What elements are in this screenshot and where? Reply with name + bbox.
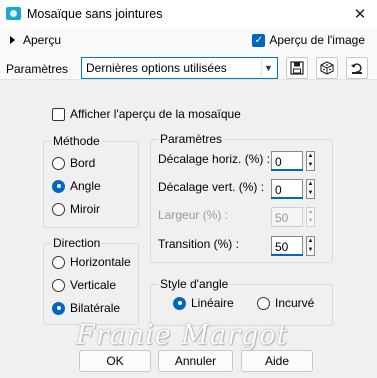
transition-value: 50 xyxy=(275,240,289,254)
direction-option-label: Horizontale xyxy=(70,255,131,269)
preview-toggle-label: Aperçu xyxy=(23,33,62,47)
direction-option-bilaterale[interactable]: Bilatérale xyxy=(52,301,120,315)
randomize-button[interactable] xyxy=(316,57,338,79)
parameters-group-title: Paramètres xyxy=(158,132,225,146)
method-option-bord[interactable]: Bord xyxy=(52,156,95,170)
checkbox-box xyxy=(52,107,65,121)
header-strip: Aperçu ✓ Aperçu de l'image Paramètres De… xyxy=(0,28,377,80)
width-label: Largeur (%) : xyxy=(158,208,229,222)
transition-stepper[interactable]: ▲ ▼ xyxy=(306,236,315,256)
angle-style-option-label: Linéaire xyxy=(191,296,234,310)
save-preset-button[interactable] xyxy=(286,57,308,79)
mosaic-preview-label: Afficher l'aperçu de la mosaïque xyxy=(70,107,241,121)
vertical-offset-label: Décalage vert. (%) : xyxy=(158,180,265,194)
window-title: Mosaïque sans jointures xyxy=(27,7,163,21)
ok-button[interactable]: OK xyxy=(79,350,151,372)
width-input: 50 xyxy=(271,207,303,227)
cancel-button[interactable]: Annuler xyxy=(158,350,233,372)
direction-option-label: Bilatérale xyxy=(70,301,121,315)
radio-button xyxy=(52,156,65,170)
direction-group: Direction Horizontale Verticale Bilatéra… xyxy=(43,236,139,325)
preview-toggle[interactable]: Aperçu xyxy=(10,33,61,47)
horizontal-offset-value: 0 xyxy=(275,155,282,169)
angle-style-option-label: Incurvé xyxy=(275,296,315,310)
checkmark-icon: ✓ xyxy=(252,33,266,47)
radio-button xyxy=(52,202,65,216)
radio-button xyxy=(257,296,270,310)
width-value: 50 xyxy=(275,211,289,225)
direction-option-label: Verticale xyxy=(70,278,117,292)
radio-button-selected xyxy=(173,296,186,310)
reset-button[interactable] xyxy=(346,57,368,79)
radio-button xyxy=(52,278,65,292)
preset-value: Dernières options utilisées xyxy=(86,61,227,75)
horizontal-offset-input[interactable]: 0 xyxy=(271,151,303,171)
watermark-signature: Franie Margot xyxy=(76,320,289,351)
method-option-label: Angle xyxy=(70,179,101,193)
direction-option-verticale[interactable]: Verticale xyxy=(52,278,116,292)
angle-style-option-lineaire[interactable]: Linéaire xyxy=(173,296,234,310)
vertical-offset-stepper[interactable]: ▲ ▼ xyxy=(306,179,315,199)
help-button[interactable]: Aide xyxy=(241,350,313,372)
radio-button-selected xyxy=(52,301,65,315)
preset-dropdown[interactable]: Dernières options utilisées ▼ xyxy=(81,57,278,79)
radio-button-selected xyxy=(52,179,65,193)
floppy-disk-icon xyxy=(290,61,304,75)
horizontal-offset-label: Décalage horiz. (%) : xyxy=(158,152,271,166)
transition-input[interactable]: 50 xyxy=(271,236,303,256)
radio-button xyxy=(52,255,65,269)
method-option-miroir[interactable]: Miroir xyxy=(52,202,100,216)
show-preview-label: Aperçu de l'image xyxy=(269,33,365,47)
expand-arrow-icon xyxy=(10,36,15,44)
dialog-window: Mosaïque sans jointures ✕ Aperçu ✓ Aperç… xyxy=(0,0,377,378)
mosaic-preview-checkbox[interactable]: Afficher l'aperçu de la mosaïque xyxy=(52,107,241,121)
app-icon xyxy=(6,7,21,20)
angle-style-group-title: Style d'angle xyxy=(158,277,231,291)
dice-icon xyxy=(320,61,334,75)
method-option-angle[interactable]: Angle xyxy=(52,179,101,193)
width-stepper: ▲ ▼ xyxy=(306,207,315,227)
horizontal-offset-stepper[interactable]: ▲ ▼ xyxy=(306,151,315,171)
method-group: Méthode Bord Angle Miroir xyxy=(43,134,139,228)
method-option-label: Miroir xyxy=(70,202,100,216)
close-button[interactable]: ✕ xyxy=(343,0,377,28)
reset-arrow-icon xyxy=(351,63,362,74)
direction-group-title: Direction xyxy=(51,236,103,250)
close-icon: ✕ xyxy=(353,6,367,23)
angle-style-option-incurve[interactable]: Incurvé xyxy=(257,296,314,310)
direction-option-horizontale[interactable]: Horizontale xyxy=(52,255,131,269)
title-bar: Mosaïque sans jointures ✕ xyxy=(0,0,377,28)
chevron-down-icon: ▼ xyxy=(261,59,275,77)
transition-label: Transition (%) : xyxy=(158,237,239,251)
vertical-offset-value: 0 xyxy=(275,183,282,197)
presets-label: Paramètres xyxy=(6,62,69,76)
show-preview-checkbox[interactable]: ✓ Aperçu de l'image xyxy=(252,33,365,47)
method-group-title: Méthode xyxy=(51,134,102,148)
parameters-group: Paramètres Décalage horiz. (%) : 0 ▲ ▼ Dé… xyxy=(150,132,333,263)
vertical-offset-input[interactable]: 0 xyxy=(271,179,303,199)
method-option-label: Bord xyxy=(70,156,96,170)
